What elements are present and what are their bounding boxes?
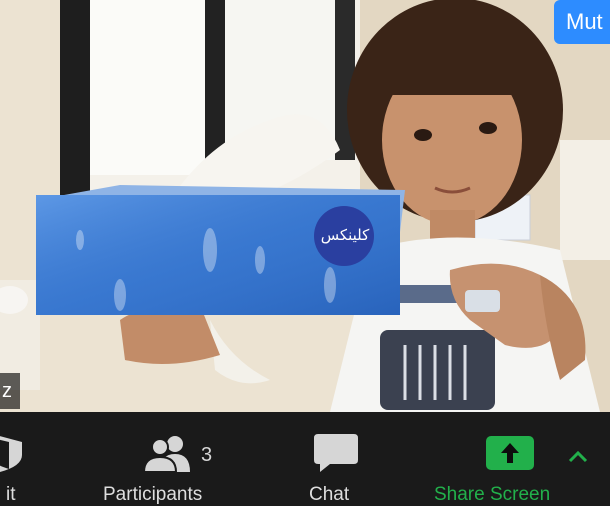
chat-button[interactable]: Chat [300, 412, 380, 505]
video-frame-image [0, 0, 610, 412]
security-button[interactable]: it [0, 412, 60, 505]
share-arrow-icon [486, 436, 534, 470]
chat-icon [314, 434, 358, 472]
security-label: it [6, 484, 16, 505]
participant-video-tile[interactable]: كلينكس z Mut [0, 0, 610, 412]
mute-badge[interactable]: Mut [554, 0, 610, 44]
participants-label: Participants [103, 484, 203, 505]
mute-badge-label: Mut [566, 9, 603, 34]
share-screen-label: Share Screen [434, 484, 551, 505]
participants-button[interactable]: 3 Participants [100, 412, 250, 505]
participant-name-tag: z [0, 373, 20, 409]
share-screen-button[interactable]: Share Screen [430, 412, 610, 505]
chevron-up-icon[interactable] [568, 449, 588, 463]
tissue-brand-logo: كلينكس [320, 226, 370, 244]
chat-label: Chat [309, 484, 350, 505]
participants-count: 3 [201, 444, 213, 466]
participants-icon [144, 436, 190, 473]
shield-icon [0, 436, 22, 472]
participant-name: z [2, 379, 12, 402]
meeting-toolbar: it 3 Participants Chat Share Screen [0, 412, 610, 505]
